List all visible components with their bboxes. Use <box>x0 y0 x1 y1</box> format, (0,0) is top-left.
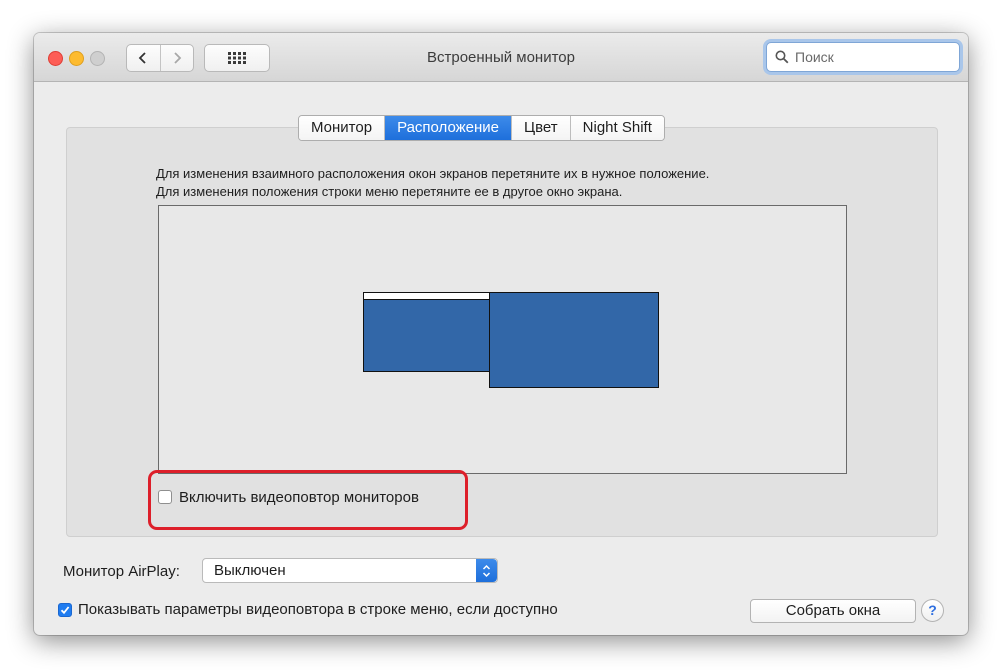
airplay-label: Монитор AirPlay: <box>63 563 180 580</box>
instruction-line-2: Для изменения положения строки меню пере… <box>156 184 623 199</box>
help-button[interactable]: ? <box>921 599 944 622</box>
tab-arrangement[interactable]: Расположение <box>385 116 513 140</box>
magnifier-icon <box>775 50 789 64</box>
menu-bar-indicator[interactable] <box>364 293 490 300</box>
tab-color[interactable]: Цвет <box>512 116 571 140</box>
tab-monitor[interactable]: Монитор <box>299 116 386 140</box>
tab-night-shift[interactable]: Night Shift <box>570 116 664 140</box>
airplay-selected-value: Выключен <box>214 562 286 579</box>
show-mirroring-option[interactable]: Показывать параметры видеоповтора в стро… <box>58 601 558 618</box>
mirror-displays-option[interactable]: Включить видеоповтор мониторов <box>158 487 419 507</box>
select-stepper[interactable] <box>476 559 497 582</box>
tab-bar: Монитор Расположение Цвет Night Shift <box>298 115 665 141</box>
gather-windows-button[interactable]: Собрать окна <box>750 599 916 623</box>
built-in-display[interactable] <box>363 292 491 372</box>
arrangement-instructions: Для изменения взаимного расположения око… <box>156 165 709 201</box>
search-field[interactable] <box>766 42 960 72</box>
title-bar: Встроенный монитор <box>34 33 968 82</box>
display-arrangement-area <box>158 205 847 474</box>
show-mirroring-checkbox[interactable] <box>58 602 72 617</box>
mirror-displays-checkbox[interactable] <box>158 490 172 504</box>
mirror-displays-label: Включить видеоповтор мониторов <box>179 488 419 506</box>
checkmark-icon <box>60 605 70 614</box>
show-mirroring-label: Показывать параметры видеоповтора в стро… <box>78 601 558 618</box>
instruction-line-1: Для изменения взаимного расположения око… <box>156 166 710 181</box>
preferences-window: Встроенный монитор Монитор Расположение … <box>34 33 968 635</box>
search-input[interactable] <box>793 48 957 66</box>
airplay-select[interactable]: Выключен <box>202 558 498 583</box>
up-down-chevron-icon <box>482 564 491 577</box>
external-display[interactable] <box>489 292 659 388</box>
